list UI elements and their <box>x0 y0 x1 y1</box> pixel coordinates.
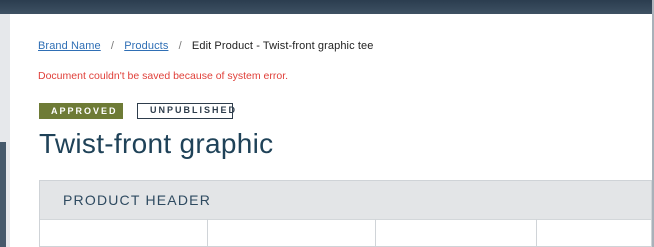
error-message: Document couldn't be saved because of sy… <box>38 70 289 82</box>
column-divider <box>207 219 208 246</box>
breadcrumb-separator: / <box>110 40 115 52</box>
left-sidebar-edge <box>0 14 10 247</box>
unpublished-badge: UNPUBLISHED <box>137 103 235 119</box>
breadcrumb-link-products[interactable]: Products <box>124 40 168 52</box>
top-navigation-bar <box>0 0 654 14</box>
section-header[interactable]: PRODUCT HEADER <box>40 181 651 220</box>
breadcrumb-separator: / <box>178 40 182 52</box>
section-title: PRODUCT HEADER <box>63 192 212 208</box>
sidebar-scroll-indicator <box>0 142 6 247</box>
column-divider <box>536 219 537 246</box>
column-divider <box>375 219 376 246</box>
product-header-section: PRODUCT HEADER <box>39 180 652 247</box>
page-title: Twist-front graphic <box>39 128 274 159</box>
breadcrumb-link-brand[interactable]: Brand Name <box>38 40 101 52</box>
status-badges: APPROVED UNPUBLISHED <box>39 103 235 119</box>
breadcrumb-current: Edit Product - Twist-front graphic tee <box>191 40 374 52</box>
approved-badge: APPROVED <box>39 103 123 119</box>
breadcrumb: Brand Name / Products / Edit Product - T… <box>38 40 373 52</box>
